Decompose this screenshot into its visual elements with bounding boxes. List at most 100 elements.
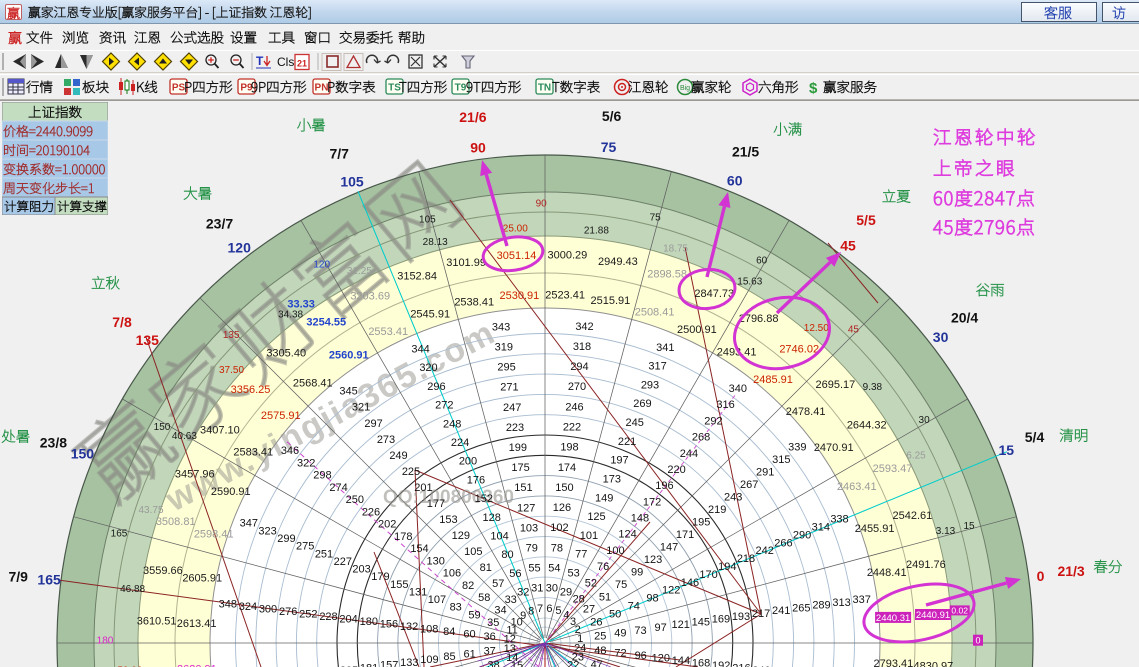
svg-text:156: 156: [380, 619, 398, 631]
svg-text:245: 245: [626, 417, 644, 429]
svg-text:2538.41: 2538.41: [454, 296, 494, 308]
svg-text:131: 131: [409, 587, 427, 599]
svg-text:33.33: 33.33: [287, 299, 315, 311]
svg-text:122: 122: [662, 585, 680, 597]
svg-text:2793.41: 2793.41: [874, 658, 914, 667]
svg-text:5: 5: [555, 605, 561, 617]
svg-text:7: 7: [537, 603, 543, 615]
svg-text:108: 108: [420, 624, 438, 636]
svg-text:276: 276: [279, 606, 297, 618]
svg-text:299: 299: [277, 533, 295, 545]
svg-text:150: 150: [71, 445, 95, 461]
svg-text:225: 225: [402, 466, 420, 478]
svg-text:TN: TN: [538, 83, 551, 94]
svg-text:31: 31: [531, 583, 543, 595]
svg-text:28: 28: [573, 594, 585, 606]
svg-text:145: 145: [692, 616, 710, 628]
svg-text:98: 98: [646, 593, 658, 605]
svg-text:170: 170: [699, 569, 717, 581]
svg-text:3: 3: [570, 616, 576, 628]
svg-text:80: 80: [501, 549, 513, 561]
svg-text:81: 81: [480, 562, 492, 574]
svg-text:75: 75: [601, 139, 617, 155]
svg-text:23/7: 23/7: [206, 215, 233, 231]
svg-text:2949.43: 2949.43: [598, 256, 638, 268]
svg-text:0: 0: [1037, 568, 1045, 584]
svg-text:48: 48: [594, 645, 606, 657]
svg-text:173: 173: [603, 473, 621, 485]
svg-text:21: 21: [297, 59, 307, 69]
svg-text:135: 135: [136, 332, 160, 348]
svg-text:317: 317: [648, 361, 666, 373]
svg-text:P9: P9: [240, 83, 253, 94]
svg-text:165: 165: [37, 572, 61, 588]
svg-text:7/7: 7/7: [329, 146, 349, 162]
svg-text:85: 85: [443, 651, 455, 663]
svg-text:147: 147: [660, 541, 678, 553]
svg-text:2583.41: 2583.41: [233, 446, 273, 458]
svg-text:154: 154: [410, 543, 428, 555]
svg-text:4: 4: [563, 610, 569, 622]
svg-text:294: 294: [570, 361, 588, 373]
svg-text:125: 125: [587, 511, 605, 523]
svg-text:290: 290: [793, 529, 811, 541]
svg-text:3.13: 3.13: [936, 526, 956, 537]
svg-text:224: 224: [451, 437, 469, 449]
svg-text:2523.41: 2523.41: [545, 290, 585, 302]
svg-text:3305.40: 3305.40: [266, 348, 306, 360]
svg-text:2575.91: 2575.91: [261, 410, 301, 422]
svg-text:23/8: 23/8: [40, 434, 67, 450]
svg-text:12.50: 12.50: [804, 323, 829, 334]
svg-text:176: 176: [467, 474, 485, 486]
svg-text:226: 226: [362, 506, 380, 518]
svg-text:3203.69: 3203.69: [350, 291, 390, 303]
svg-text:21/5: 21/5: [732, 143, 759, 159]
svg-text:60: 60: [756, 256, 768, 267]
svg-text:155: 155: [390, 579, 408, 591]
svg-text:347: 347: [240, 518, 258, 530]
svg-text:151: 151: [514, 482, 532, 494]
svg-text:120: 120: [228, 239, 252, 255]
svg-text:252: 252: [299, 609, 317, 621]
svg-text:175: 175: [511, 462, 529, 474]
svg-text:2695.17: 2695.17: [816, 379, 856, 391]
svg-text:24: 24: [574, 642, 586, 654]
svg-text:198: 198: [560, 442, 578, 454]
svg-text:60: 60: [463, 629, 475, 641]
svg-text:291: 291: [756, 467, 774, 479]
svg-text:$: $: [809, 80, 818, 97]
svg-text:5/6: 5/6: [602, 108, 622, 124]
svg-text:227: 227: [334, 556, 352, 568]
svg-text:49: 49: [614, 628, 626, 640]
svg-text:144: 144: [672, 655, 690, 667]
svg-text:297: 297: [364, 418, 382, 430]
svg-text:197: 197: [610, 455, 628, 467]
svg-text:76: 76: [597, 561, 609, 573]
svg-text:249: 249: [389, 450, 407, 462]
svg-text:3457.96: 3457.96: [175, 469, 215, 481]
svg-text:38: 38: [487, 660, 499, 667]
svg-text:179: 179: [371, 571, 389, 583]
svg-text:132: 132: [400, 621, 418, 633]
svg-text:193: 193: [732, 611, 750, 623]
svg-text:124: 124: [618, 529, 636, 541]
svg-text:103: 103: [520, 522, 538, 534]
svg-text:3000.29: 3000.29: [548, 250, 588, 262]
svg-text:298: 298: [313, 470, 331, 482]
svg-text:102: 102: [550, 522, 568, 534]
svg-text:18.75: 18.75: [663, 244, 688, 255]
svg-text:342: 342: [575, 321, 593, 333]
svg-text:2515.91: 2515.91: [591, 295, 631, 307]
svg-text:343: 343: [492, 321, 510, 333]
svg-text:26: 26: [590, 616, 602, 628]
svg-text:2605.91: 2605.91: [182, 573, 222, 585]
svg-text:268: 268: [692, 432, 710, 444]
svg-text:3051.14: 3051.14: [497, 250, 537, 262]
svg-text:273: 273: [377, 434, 395, 446]
svg-text:51: 51: [599, 591, 611, 603]
svg-text:219: 219: [708, 504, 726, 516]
svg-text:2500.91: 2500.91: [677, 324, 717, 336]
svg-text:338: 338: [830, 514, 848, 526]
svg-text:2613.41: 2613.41: [177, 618, 217, 630]
svg-text:2593.47: 2593.47: [873, 463, 913, 475]
